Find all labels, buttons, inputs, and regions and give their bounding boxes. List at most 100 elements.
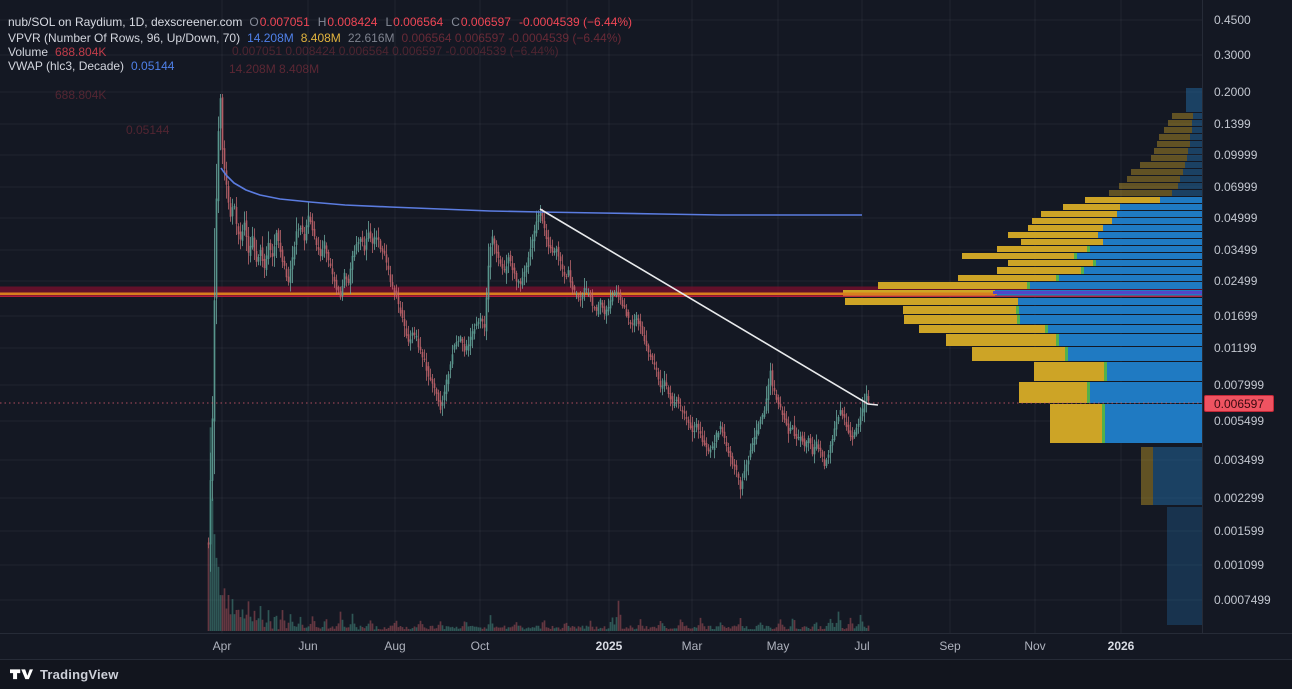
volume-bar	[433, 628, 436, 631]
vpvr-up-bar	[1066, 347, 1202, 361]
volume-bar	[605, 629, 608, 631]
legend-symbol-row[interactable]: nub/SOL on Raydium, 1D, dexscreener.com …	[8, 15, 632, 30]
volume-bar	[661, 623, 664, 631]
candle-body	[841, 410, 844, 416]
volume-bar	[529, 628, 532, 631]
candle-body	[523, 271, 526, 277]
vpvr-down-bar	[1141, 447, 1153, 505]
volume-indicator-title[interactable]: Volume	[8, 45, 48, 60]
price-tick-label: 0.1399	[1214, 117, 1251, 131]
volume-bar	[457, 628, 460, 631]
legend-volume-row[interactable]: Volume 688.804K	[8, 45, 106, 60]
volume-bar	[391, 625, 394, 631]
candle-body	[843, 414, 846, 418]
candle-body	[847, 424, 850, 433]
candle-body	[505, 266, 508, 274]
candle-body	[379, 240, 382, 250]
candle-body	[481, 318, 484, 322]
volume-bar	[745, 626, 748, 631]
volume-bar	[527, 627, 530, 631]
candle-body	[739, 480, 742, 490]
volume-bar	[477, 627, 480, 631]
volume-bar	[705, 629, 708, 631]
candle-body	[845, 421, 848, 427]
vpvr-up-bar	[1187, 155, 1202, 161]
volume-bar	[815, 622, 818, 631]
volume-bar	[761, 624, 764, 631]
volume-bar	[539, 628, 542, 631]
volume-bar	[249, 616, 252, 631]
volume-bar	[849, 617, 852, 631]
candle-body	[853, 432, 856, 438]
volume-bar	[227, 594, 230, 631]
candle-body	[767, 384, 770, 401]
symbol-title[interactable]: nub/SOL on Raydium, 1D, dexscreener.com	[8, 15, 242, 30]
volume-bar	[653, 626, 656, 631]
time-tick-label: Nov	[1024, 639, 1046, 653]
time-axis[interactable]: Apr Jun Aug Oct 2025 Mar May Jul Sep Nov 2026	[0, 633, 1292, 659]
volume-bar	[405, 626, 408, 631]
volume-bar	[755, 625, 758, 631]
tradingview-logo-icon[interactable]	[10, 667, 33, 682]
vpvr-down-bar	[1019, 382, 1088, 403]
volume-bar	[571, 626, 574, 631]
volume-bar	[627, 628, 630, 631]
legend-vpvr-row[interactable]: VPVR (Number Of Rows, 96, Up/Down, 70) 1…	[8, 31, 621, 46]
volume-bar	[591, 626, 594, 631]
candle-body	[605, 309, 608, 316]
volume-bar	[763, 628, 766, 631]
tradingview-brand-text[interactable]: TradingView	[40, 667, 119, 682]
legend-vwap-row[interactable]: VWAP (hlc3, Decade) 0.05144	[8, 59, 174, 74]
candle-body	[781, 410, 784, 415]
candle-body	[421, 351, 424, 358]
candle-body	[487, 265, 490, 300]
candle-body	[287, 276, 290, 282]
volume-bar	[517, 625, 520, 631]
volume-bar	[649, 627, 652, 631]
candle-body	[731, 456, 734, 465]
chart-plot-area[interactable]	[0, 0, 1202, 633]
candle-body	[689, 422, 692, 429]
volume-bar	[839, 620, 842, 631]
volume-bar	[717, 626, 720, 631]
vpvr-indicator-title[interactable]: VPVR (Number Of Rows, 96, Up/Down, 70)	[8, 31, 240, 46]
vpvr-up-bar	[1193, 113, 1202, 119]
trend-line[interactable]	[539, 208, 879, 406]
candle-body	[675, 399, 678, 401]
volume-bar	[645, 626, 648, 631]
candle-body	[219, 98, 222, 129]
candle-body	[235, 206, 238, 224]
candle-body	[625, 309, 628, 316]
volume-bar	[579, 627, 582, 631]
candle-body	[439, 400, 442, 410]
volume-bar	[351, 613, 354, 631]
candle-body	[333, 276, 336, 282]
candle-body	[313, 228, 316, 237]
candle-body	[835, 421, 838, 430]
volume-bar	[695, 627, 698, 631]
volume-bar	[667, 629, 670, 631]
volume-bar	[835, 622, 838, 631]
candle-body	[635, 314, 638, 320]
volume-bar	[523, 629, 526, 631]
volume-bar	[383, 627, 386, 631]
candle-body	[351, 255, 354, 270]
vpvr-down-bar	[1085, 197, 1160, 203]
price-chart-canvas[interactable]	[0, 0, 1202, 633]
price-axis[interactable]: 0.006597 0.4500 0.3000 0.2000 0.1399 0.09999…	[1202, 0, 1292, 659]
vpvr-total-volume: 22.616M	[347, 31, 395, 45]
candle-body	[783, 413, 786, 420]
candle-body	[363, 245, 366, 251]
candle-body	[513, 267, 516, 274]
volume-bar	[321, 627, 324, 631]
candle-body	[217, 131, 220, 202]
volume-bar	[631, 627, 634, 631]
candle-body	[663, 380, 666, 387]
volume-bar	[303, 627, 306, 631]
vwap-indicator-title[interactable]: VWAP (hlc3, Decade)	[8, 59, 124, 74]
candle-body	[289, 268, 292, 284]
volume-bar	[415, 627, 418, 631]
candle-body	[745, 464, 748, 472]
volume-bar	[319, 628, 322, 631]
volume-bar	[247, 601, 250, 631]
